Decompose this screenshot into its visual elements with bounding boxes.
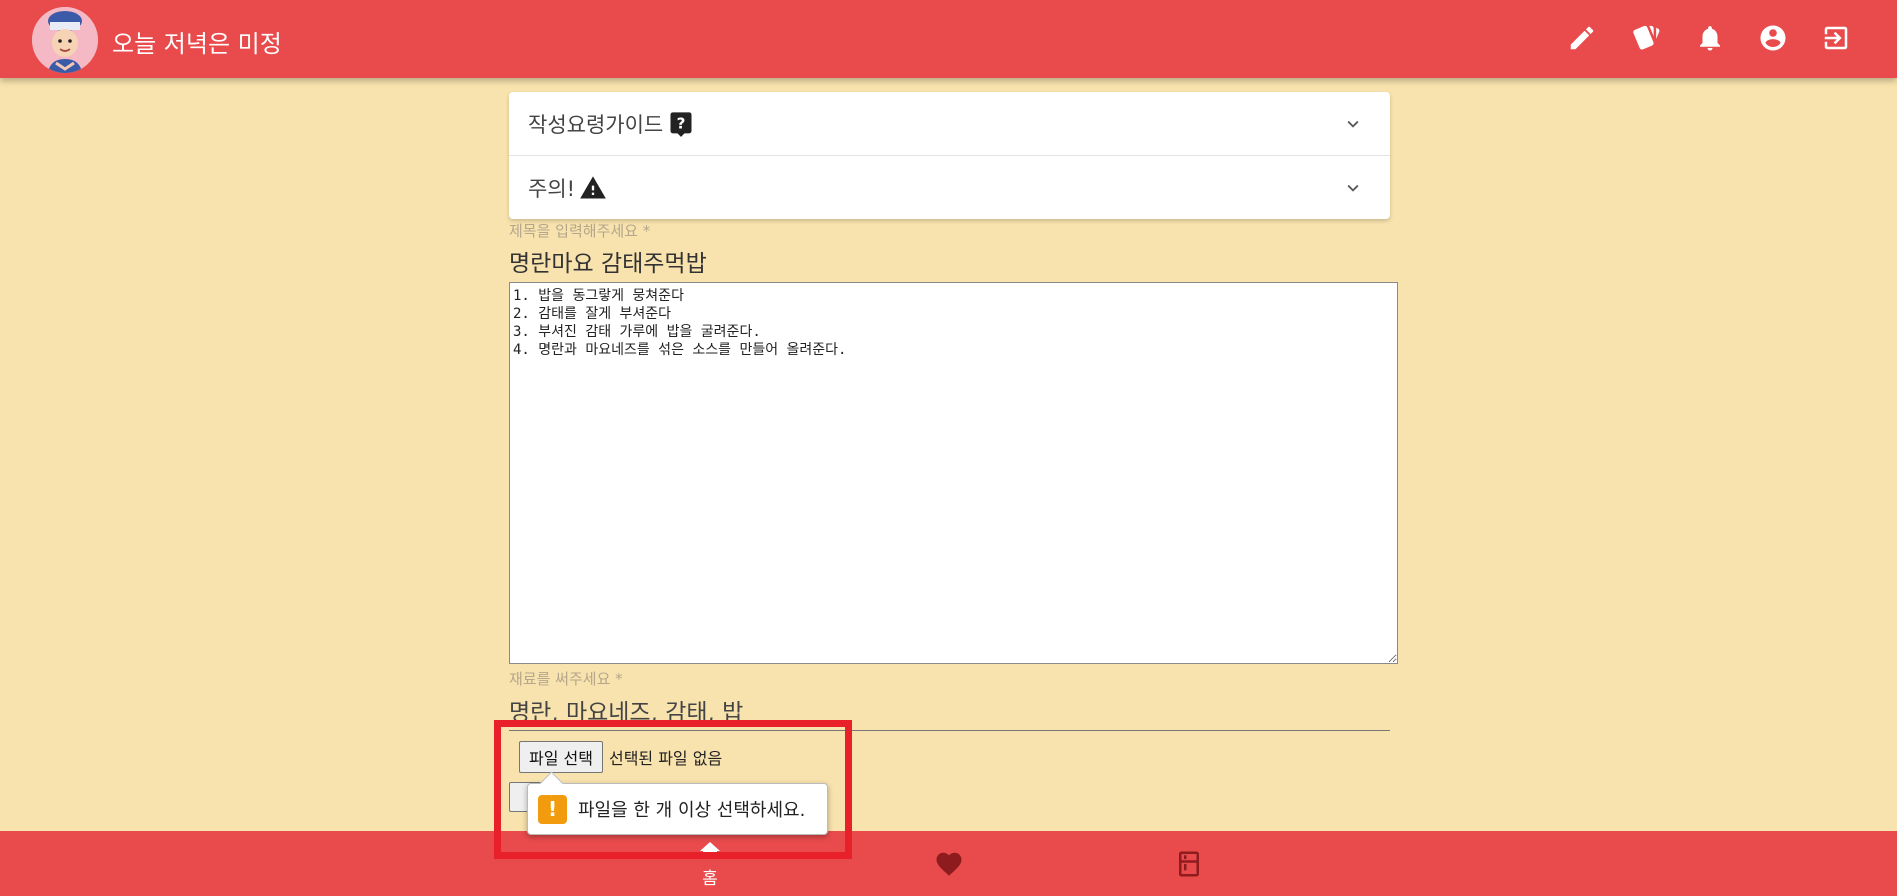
ingredients-input[interactable]: 명란, 마요네즈, 감태, 밥 (509, 693, 1390, 731)
accordion-caution[interactable]: 주의! (509, 155, 1390, 219)
nav-fridge[interactable] (1159, 831, 1219, 896)
account-icon[interactable] (1757, 22, 1789, 54)
app-title[interactable]: 오늘 저녁은 미정 (112, 24, 282, 59)
accordion-guide-label: 작성요령가이드 (528, 112, 664, 137)
app-bar: 오늘 저녁은 미정 (0, 0, 1897, 78)
home-icon (700, 841, 720, 859)
bell-icon[interactable] (1694, 22, 1726, 54)
title-label: 제목을 입력해주세요 * (509, 222, 651, 240)
bottom-nav: 홈 (0, 831, 1897, 896)
exclamation-icon: ! (538, 794, 567, 824)
chevron-down-icon[interactable] (1342, 177, 1364, 199)
logout-icon[interactable] (1820, 22, 1852, 54)
question-icon: ? (670, 111, 692, 137)
warning-icon (580, 175, 606, 198)
heart-icon (936, 852, 962, 876)
guide-accordion: 작성요령가이드 ? 주의! (509, 92, 1390, 219)
chef-logo-icon[interactable] (32, 7, 98, 73)
ingredients-label: 재료를 써주세요 * (509, 670, 623, 688)
file-input: 파일 선택 선택된 파일 없음 (519, 741, 722, 773)
validation-tooltip: ! 파일을 한 개 이상 선택하세요. (527, 783, 828, 835)
nav-favorites[interactable] (919, 831, 979, 896)
cards-icon[interactable] (1630, 22, 1662, 54)
chevron-down-icon[interactable] (1342, 113, 1364, 135)
nav-home-label: 홈 (702, 868, 718, 889)
svg-text:?: ? (677, 114, 686, 132)
pencil-icon[interactable] (1566, 22, 1598, 54)
content-textarea[interactable]: 1. 밥을 동그랗게 뭉쳐준다 2. 감태를 잘게 부셔준다 3. 부셔진 감태… (509, 282, 1398, 664)
fridge-icon (1179, 851, 1199, 876)
file-status: 선택된 파일 없음 (608, 749, 723, 768)
accordion-caution-label: 주의! (528, 176, 576, 201)
file-select-button[interactable]: 파일 선택 (519, 741, 603, 773)
accordion-guide[interactable]: 작성요령가이드 ? (509, 92, 1390, 155)
validation-message: 파일을 한 개 이상 선택하세요. (578, 800, 806, 821)
title-input[interactable]: 명란마요 감태주먹밥 (509, 244, 1109, 278)
nav-home[interactable]: 홈 (680, 831, 740, 896)
